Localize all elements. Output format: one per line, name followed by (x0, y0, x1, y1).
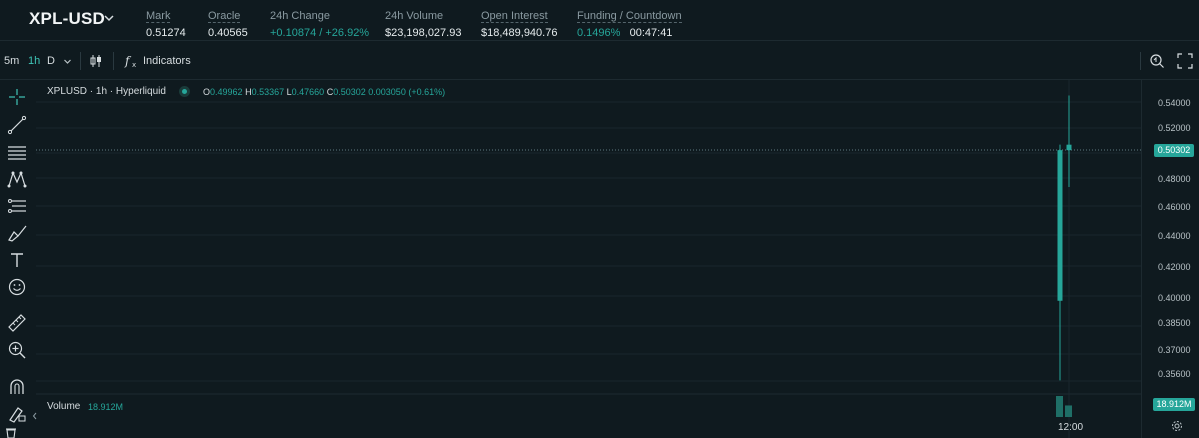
chart-toolbar: 5m 1h D f x Indicators (0, 41, 1199, 80)
chart-canvas[interactable] (36, 80, 1141, 438)
stat-funding-countdown: Funding / Countdown 0.1496% 00:47:41 (577, 6, 682, 39)
timeframe-1h[interactable]: 1h (28, 55, 40, 67)
stat-label: 24h Volume (385, 10, 444, 22)
horizontal-lines-icon[interactable] (6, 141, 28, 163)
price-tick: 0.35600 (1158, 369, 1191, 379)
volume-label: Volume (47, 401, 81, 412)
emoji-icon[interactable] (6, 276, 28, 298)
price-axis[interactable] (1141, 80, 1199, 438)
toolbar-divider (1140, 52, 1141, 70)
stat-value: $18,489,940.76 (481, 27, 558, 39)
price-tick: 0.44000 (1158, 231, 1191, 241)
ohlc-values: O0.49962 H0.53367 L0.47660 C0.50302 0.00… (203, 87, 445, 97)
candle-body (1066, 144, 1072, 151)
market-header: XPL-USD Mark 0.51274 Oracle 0.40565 24h … (0, 0, 1199, 41)
open-label: O (203, 87, 211, 97)
stat-24h-change: 24h Change +0.10874 / +26.92% (270, 6, 369, 39)
crosshair-icon[interactable] (6, 86, 28, 108)
price-change: 0.003050 (+0.61%) (368, 87, 446, 97)
ruler-icon[interactable] (6, 312, 28, 334)
candlestick-type-icon[interactable] (88, 53, 104, 69)
toolbar-divider (80, 52, 81, 70)
timeframe-d[interactable]: D (47, 55, 55, 67)
brush-icon[interactable] (6, 222, 28, 244)
chevron-down-icon[interactable] (63, 57, 72, 66)
fullscreen-icon[interactable] (1177, 53, 1193, 69)
fib-levels-icon[interactable] (6, 195, 28, 217)
volume-axis-tag: 18.912M (1153, 398, 1195, 411)
price-tick: 0.46000 (1158, 202, 1191, 212)
low-value: 0.47660 (291, 87, 325, 97)
stat-open-interest: Open Interest $18,489,940.76 (481, 6, 557, 39)
price-tick: 0.52000 (1158, 123, 1191, 133)
volume-bar (1065, 405, 1072, 417)
open-value: 0.49962 (210, 87, 243, 97)
current-price-tag: 0.50302 (1154, 144, 1194, 157)
candle-body (1057, 150, 1063, 301)
price-tick: 0.40000 (1158, 293, 1191, 303)
stat-label: Oracle (208, 10, 241, 23)
price-chart[interactable] (36, 80, 1141, 438)
svg-text:x: x (132, 61, 136, 69)
screenshot-search-icon[interactable] (1149, 53, 1165, 69)
time-axis-label: 12:00 (1058, 422, 1084, 433)
indicators-button[interactable]: Indicators (143, 55, 191, 67)
stat-label: 24h Change (270, 10, 330, 22)
stat-value: +0.10874 / +26.92% (270, 27, 370, 39)
stat-label: Mark (146, 10, 171, 23)
price-tick: 0.37000 (1158, 345, 1191, 355)
volume-bar (1056, 396, 1063, 417)
price-tick: 0.42000 (1158, 262, 1191, 272)
stat-value: $23,198,027.93 (385, 27, 462, 39)
pattern-icon[interactable] (6, 168, 28, 190)
magnet-icon[interactable] (6, 376, 28, 398)
stat-value: 0.51274 (146, 27, 186, 39)
symbol-selector[interactable]: XPL-USD (29, 9, 105, 29)
trend-line-icon[interactable] (6, 114, 28, 136)
lock-drawing-icon[interactable] (6, 402, 28, 424)
stat-24h-volume: 24h Volume $23,198,027.93 (385, 6, 461, 39)
live-status-dot-icon (179, 86, 190, 97)
stat-label: Funding / Countdown (577, 10, 682, 23)
settings-gear-icon[interactable] (1171, 420, 1183, 432)
funding-countdown: 00:47:41 (629, 27, 673, 39)
timeframe-5m[interactable]: 5m (4, 55, 19, 67)
price-tick: 0.48000 (1158, 174, 1191, 184)
indicators-fx-icon[interactable]: f x (124, 53, 140, 69)
text-tool-icon[interactable] (6, 249, 28, 271)
chevron-down-icon[interactable] (103, 12, 115, 24)
funding-rate: 0.1496% (577, 27, 621, 39)
price-tick: 0.38500 (1158, 318, 1191, 328)
price-tick: 0.54000 (1158, 98, 1191, 108)
stat-mark: Mark 0.51274 (146, 6, 186, 39)
zoom-in-icon[interactable] (6, 339, 28, 361)
trash-icon[interactable] (4, 426, 18, 438)
drawing-toolbar (0, 80, 37, 438)
stat-value: 0.40565 (208, 27, 248, 39)
svg-text:f: f (124, 54, 132, 68)
volume-value: 18.912M (88, 402, 124, 412)
close-value: 0.50302 (333, 87, 366, 97)
stat-oracle: Oracle 0.40565 (208, 6, 248, 39)
high-value: 0.53367 (251, 87, 285, 97)
toolbar-divider (113, 52, 114, 70)
chart-legend-title: XPLUSD · 1h · Hyperliquid (47, 86, 166, 97)
stat-label: Open Interest (481, 10, 548, 23)
